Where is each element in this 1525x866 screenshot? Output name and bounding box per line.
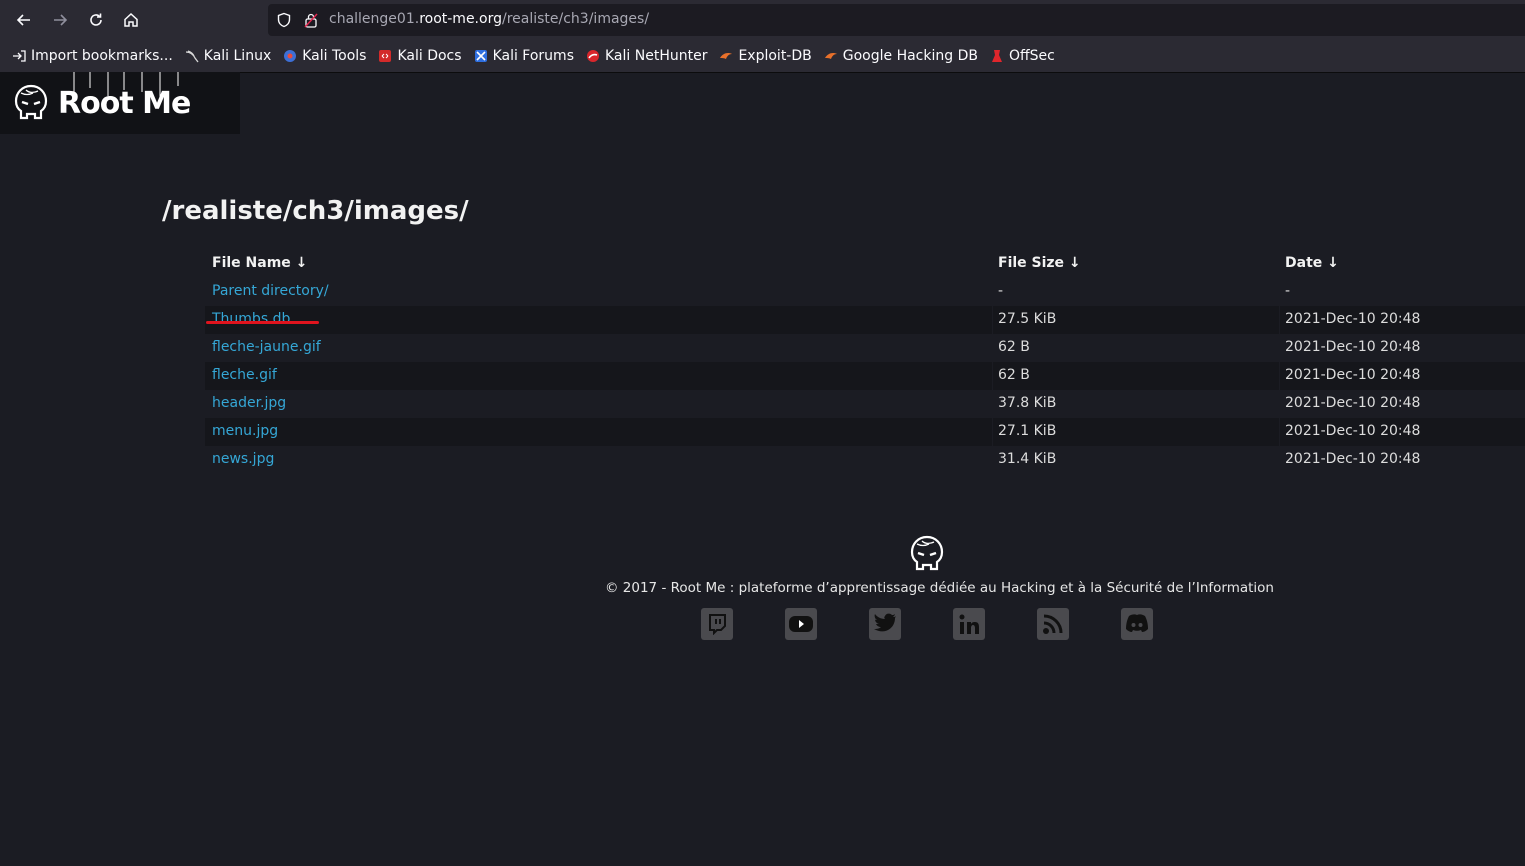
table-row: header.jpg 37.8 KiB 2021-Dec-10 20:48	[205, 390, 1525, 418]
file-size: 27.1 KiB	[998, 423, 1057, 439]
bookmark-label: Kali NetHunter	[605, 48, 708, 64]
file-date: 2021-Dec-10 20:48	[1285, 423, 1421, 439]
site-header: Root Me	[0, 72, 240, 134]
twitch-icon[interactable]	[701, 608, 733, 640]
highlight-underline	[206, 321, 319, 324]
bookmark-kali-forums[interactable]: Kali Forums	[468, 43, 580, 69]
column-divider	[1279, 418, 1280, 446]
file-date: 2021-Dec-10 20:48	[1285, 395, 1421, 411]
youtube-icon[interactable]	[785, 608, 817, 640]
bookmark-exploit-db[interactable]: Exploit-DB	[713, 43, 817, 69]
column-header-date[interactable]: Date ↓	[1285, 255, 1339, 271]
table-row: fleche-jaune.gif 62 B 2021-Dec-10 20:48	[205, 334, 1525, 362]
table-row: menu.jpg 27.1 KiB 2021-Dec-10 20:48	[205, 418, 1525, 446]
file-link[interactable]: news.jpg	[212, 451, 274, 467]
column-divider	[992, 418, 993, 446]
table-header-row: File Name ↓ File Size ↓ Date ↓	[205, 250, 1525, 278]
column-divider	[992, 362, 993, 390]
column-header-file-name[interactable]: File Name ↓	[212, 255, 307, 271]
file-date: -	[1285, 283, 1291, 299]
bookmark-google-hacking-db[interactable]: Google Hacking DB	[818, 43, 984, 69]
linkedin-icon[interactable]	[953, 608, 985, 640]
insecure-lock-icon[interactable]	[304, 12, 318, 32]
table-row: Thumbs.db 27.5 KiB 2021-Dec-10 20:48	[205, 306, 1525, 334]
footer-copyright: © 2017 - Root Me : plateforme d’apprenti…	[605, 580, 1274, 596]
rss-icon[interactable]	[1037, 608, 1069, 640]
kali-forums-icon	[474, 49, 488, 63]
bookmarks-toolbar: Import bookmarks... Kali Linux Kali Tool…	[0, 40, 1525, 73]
bookmark-label: OffSec	[1008, 48, 1055, 64]
file-size: 37.8 KiB	[998, 395, 1057, 411]
column-divider	[992, 306, 993, 334]
file-size: 62 B	[998, 367, 1030, 383]
bookmark-label: Kali Forums	[492, 48, 574, 64]
ghdb-icon	[824, 49, 838, 63]
back-icon[interactable]	[10, 6, 38, 34]
file-listing-table: File Name ↓ File Size ↓ Date ↓ Parent di…	[205, 250, 1525, 474]
kali-nethunter-icon	[586, 49, 600, 63]
discord-icon[interactable]	[1121, 608, 1153, 640]
column-divider	[1279, 362, 1280, 390]
bookmark-kali-docs[interactable]: Kali Docs	[372, 43, 467, 69]
file-size: 31.4 KiB	[998, 451, 1057, 467]
home-icon[interactable]	[117, 6, 145, 34]
bookmark-label: Import bookmarks...	[31, 48, 173, 64]
exploit-db-icon	[719, 49, 733, 63]
bookmark-label: Kali Linux	[203, 48, 272, 64]
column-header-file-size[interactable]: File Size ↓	[998, 255, 1081, 271]
bookmark-import[interactable]: Import bookmarks...	[0, 43, 179, 69]
kali-tools-icon	[283, 49, 297, 63]
file-link[interactable]: fleche-jaune.gif	[212, 339, 321, 355]
footer-skull-icon	[910, 535, 944, 579]
file-date: 2021-Dec-10 20:48	[1285, 339, 1421, 355]
url-text[interactable]: challenge01.root-me.org/realiste/ch3/ima…	[329, 11, 649, 27]
table-row: fleche.gif 62 B 2021-Dec-10 20:48	[205, 362, 1525, 390]
column-divider	[1279, 306, 1280, 334]
bookmark-label: Google Hacking DB	[842, 48, 978, 64]
url-domain: root-me.org	[419, 11, 502, 27]
browser-toolbar: challenge01.root-me.org/realiste/ch3/ima…	[0, 0, 1525, 40]
bookmark-label: Exploit-DB	[738, 48, 812, 64]
file-link[interactable]: menu.jpg	[212, 423, 278, 439]
page-title: /realiste/ch3/images/	[162, 196, 469, 226]
url-scheme-host-prefix: challenge01.	[329, 11, 420, 27]
kali-dragon-icon	[185, 49, 199, 63]
bookmark-offsec[interactable]: OffSec	[984, 43, 1061, 69]
reload-icon[interactable]	[82, 6, 110, 34]
file-link[interactable]: header.jpg	[212, 395, 286, 411]
tracking-shield-icon[interactable]	[276, 12, 292, 32]
file-size: 62 B	[998, 339, 1030, 355]
file-date: 2021-Dec-10 20:48	[1285, 451, 1421, 467]
file-link[interactable]: fleche.gif	[212, 367, 277, 383]
file-date: 2021-Dec-10 20:48	[1285, 311, 1421, 327]
file-size: 27.5 KiB	[998, 311, 1057, 327]
offsec-icon	[990, 49, 1004, 63]
bookmark-label: Kali Tools	[302, 48, 367, 64]
forward-icon[interactable]	[46, 6, 74, 34]
twitter-icon[interactable]	[869, 608, 901, 640]
kali-docs-icon	[378, 49, 392, 63]
parent-directory-link[interactable]: Parent directory/	[212, 283, 329, 299]
import-icon	[12, 49, 26, 63]
bookmark-kali-tools[interactable]: Kali Tools	[277, 43, 372, 69]
file-link[interactable]: Thumbs.db	[212, 311, 290, 327]
table-row: news.jpg 31.4 KiB 2021-Dec-10 20:48	[205, 446, 1525, 474]
site-logo-text[interactable]: Root Me	[58, 86, 191, 121]
file-date: 2021-Dec-10 20:48	[1285, 367, 1421, 383]
bookmark-label: Kali Docs	[397, 48, 462, 64]
url-path: /realiste/ch3/images/	[501, 11, 650, 27]
bookmark-kali-linux[interactable]: Kali Linux	[179, 43, 277, 69]
bookmark-kali-nethunter[interactable]: Kali NetHunter	[580, 43, 713, 69]
file-size: -	[998, 283, 1004, 299]
root-me-skull-icon[interactable]	[14, 84, 48, 128]
url-bar[interactable]: challenge01.root-me.org/realiste/ch3/ima…	[268, 4, 1525, 36]
table-row: Parent directory/ - -	[205, 278, 1525, 306]
